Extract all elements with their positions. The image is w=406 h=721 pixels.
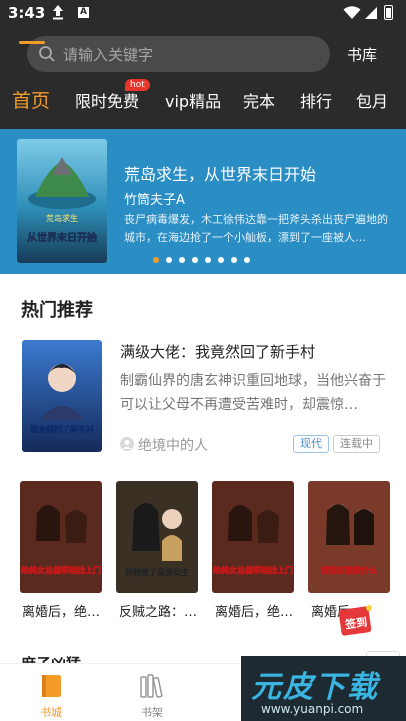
book-cover[interactable]: 开局抢了和亲公主 (116, 481, 198, 593)
tab-monthly[interactable]: 包月 (356, 88, 388, 112)
wifi-icon (343, 6, 361, 19)
carousel-dot[interactable] (179, 257, 185, 263)
grid-cover-text: 开局抢了和亲公主 (125, 567, 189, 577)
upload-icon (53, 5, 63, 20)
banner-title[interactable]: 荒岛求生，从世界末日开始 (124, 161, 316, 185)
signal-icon (365, 7, 377, 19)
carousel-dot[interactable] (218, 257, 224, 263)
app-root: { "status": { "time": "3:43" }, "search"… (0, 0, 406, 721)
nav-bookstore[interactable]: 书城 (21, 664, 81, 721)
search-bar[interactable]: 请输入关键字 (27, 36, 330, 72)
hot-badge: hot (125, 79, 150, 91)
status-time: 3:43 (8, 4, 46, 22)
banner-cover-text: 从世界末日开始 (27, 231, 97, 244)
search-icon (39, 46, 55, 62)
nav-bookstore-label: 书城 (40, 706, 62, 719)
genre-tag: 现代 (293, 435, 329, 453)
banner-cover-small: 荒岛求生 (46, 213, 78, 223)
tab-complete[interactable]: 完本 (243, 88, 275, 112)
carousel-dot[interactable] (192, 257, 198, 263)
library-link[interactable]: 书库 (347, 44, 377, 65)
sign-in-badge[interactable]: 签到 (336, 602, 376, 638)
featured-book-cover[interactable]: 我竟然回了新手村 (22, 340, 102, 452)
top-header: 3:43 A 请输入关键字 书库 首页 限时免费 hot vip精品 完本 排行… (0, 0, 406, 129)
tab-vip[interactable]: vip精品 (165, 88, 221, 112)
bookstore-icon (42, 675, 61, 697)
tab-free[interactable]: 限时免费 (75, 88, 139, 112)
active-tab-indicator (19, 41, 45, 44)
featured-book-author: 绝境中的人 (138, 438, 208, 454)
carousel-dot[interactable] (166, 257, 172, 263)
banner-author: 竹筒夫子A (124, 193, 185, 208)
author-icon (120, 437, 134, 451)
nav-bookshelf[interactable]: 书架 (122, 664, 182, 721)
tab-ranking[interactable]: 排行 (300, 88, 332, 112)
notification-a-icon: A (78, 7, 89, 18)
grid-book-title[interactable]: 反贼之路：… (119, 601, 207, 620)
banner-book-cover[interactable]: 荒岛求生 从世界末日开始 (17, 139, 107, 263)
grid-cover-text: 挖我双眼做什么 (321, 565, 377, 575)
featured-cover-text: 我竟然回了新手村 (30, 424, 94, 434)
section-title-hot: 热门推荐 (21, 300, 93, 321)
grid-cover-text: 绝美女总裁带娃找上门 (213, 565, 293, 575)
search-placeholder: 请输入关键字 (63, 46, 154, 64)
book-cover[interactable]: 绝美女总裁带娃找上门 (20, 481, 102, 593)
watermark-logo: 元皮下载 www.yuanpi.com (241, 656, 406, 721)
tab-home[interactable]: 首页 (12, 86, 50, 113)
carousel-dot[interactable] (205, 257, 211, 263)
grid-book-title[interactable]: 离婚后，绝… (22, 601, 110, 620)
watermark-brand: 元皮下载 (251, 670, 379, 705)
grid-book-title[interactable]: 离婚后，绝… (215, 601, 303, 620)
nav-bookshelf-label: 书架 (141, 706, 163, 719)
bookshelf-icon (140, 674, 163, 698)
status-bar: 3:43 A (0, 0, 406, 28)
banner-description: 丧尸病毒爆发，木工徐伟达靠一把斧头杀出丧尸遍地的城市，在海边抢了一个小舢板，漂到… (124, 213, 388, 244)
book-cover[interactable]: 绝美女总裁带娃找上门 (212, 481, 294, 593)
banner-carousel[interactable]: 荒岛求生 从世界末日开始 荒岛求生，从世界末日开始 竹筒夫子A 丧尸病毒爆发，木… (0, 129, 406, 274)
book-cover[interactable]: 挖我双眼做什么 (308, 481, 390, 593)
featured-book-description: 制霸仙界的唐玄神识重回地球，当他兴奋于可以让父母不再遭受苦难时，却震惊… (120, 373, 386, 413)
grid-cover-text: 绝美女总裁带娃找上门 (21, 565, 101, 575)
featured-book-title[interactable]: 满级大佬：我竟然回了新手村 (120, 341, 315, 362)
carousel-dot[interactable] (231, 257, 237, 263)
watermark-url: www.yuanpi.com (261, 702, 364, 716)
carousel-dot[interactable] (153, 257, 159, 263)
battery-icon (384, 5, 393, 20)
status-tag: 连载中 (333, 435, 380, 453)
carousel-dot[interactable] (244, 257, 250, 263)
category-tabs: 首页 限时免费 hot vip精品 完本 排行 包月 (0, 79, 406, 124)
